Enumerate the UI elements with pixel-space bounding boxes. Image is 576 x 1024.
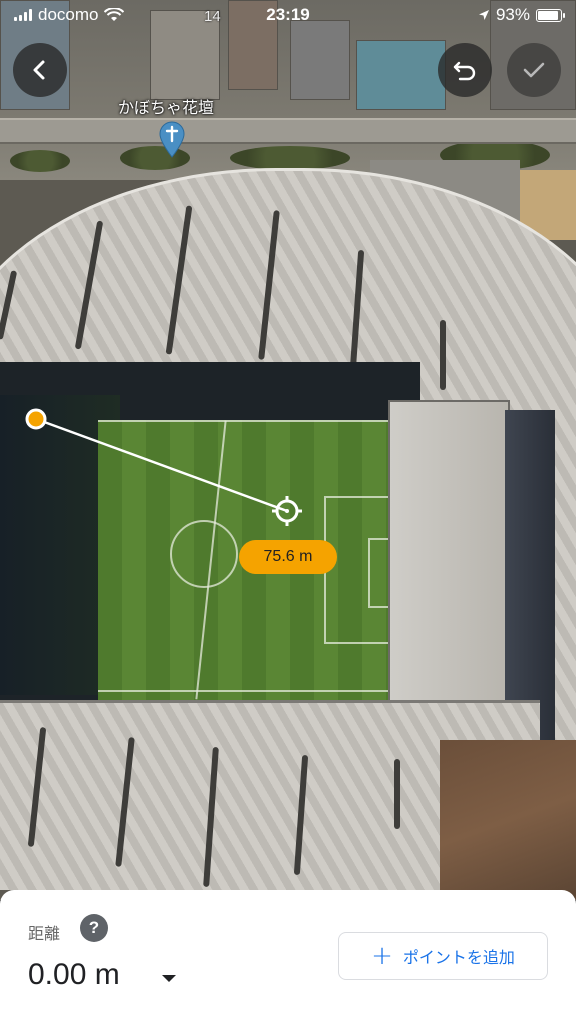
segment-distance-badge: 75.6 m — [239, 540, 337, 574]
add-point-button[interactable]: + ポイントを追加 — [338, 932, 548, 980]
distance-label: 距離 — [28, 924, 61, 943]
total-distance: 0.00 m — [28, 958, 120, 991]
plus-icon: + — [371, 941, 393, 971]
crosshair-icon[interactable] — [272, 496, 302, 526]
start-point-marker[interactable] — [25, 408, 47, 430]
measurement-overlay — [25, 408, 302, 526]
measure-distance-sheet: 距離 ? 0.00 m + ポイントを追加 — [0, 890, 576, 1024]
add-point-label: ポイントを追加 — [402, 948, 515, 967]
unit-dropdown-icon[interactable] — [162, 975, 176, 982]
measurement-line — [35, 417, 288, 513]
help-icon[interactable]: ? — [80, 914, 108, 942]
